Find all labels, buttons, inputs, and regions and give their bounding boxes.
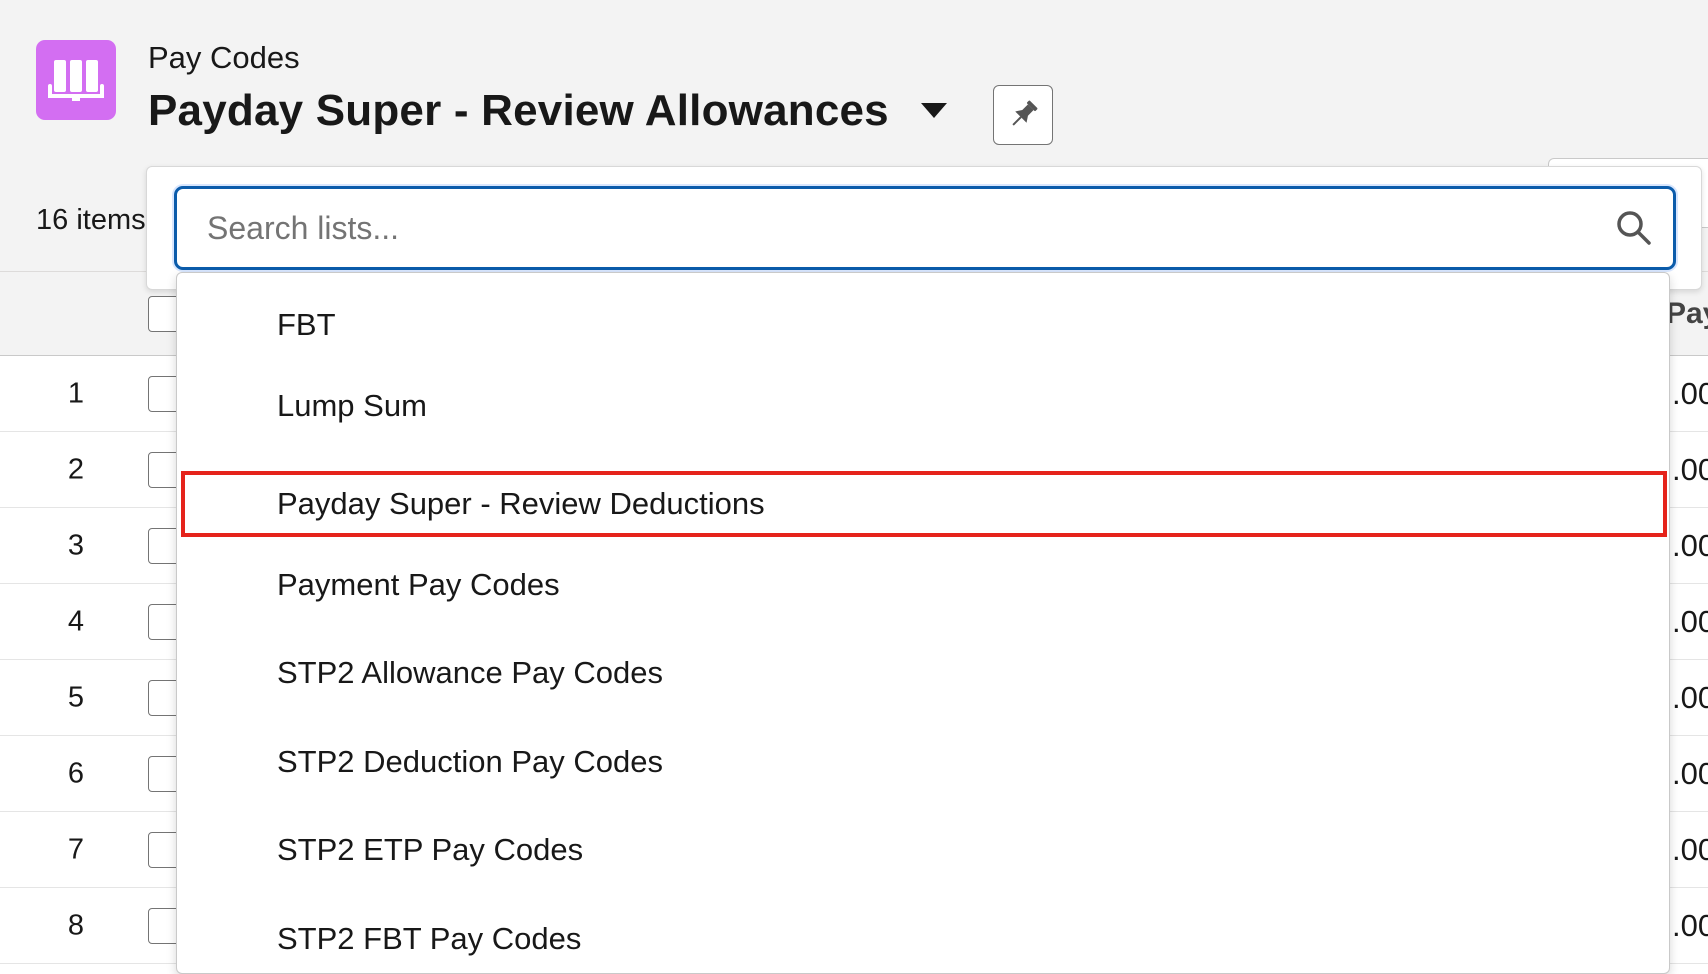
page-title[interactable]: Payday Super - Review Allowances — [148, 86, 889, 136]
amount-cell: .00 — [1672, 679, 1708, 715]
row-number: 8 — [67, 909, 85, 941]
list-view-switcher[interactable]: Payday Super - Review Allowances — [148, 86, 947, 136]
list-option-stp2-fbt-pay-codes[interactable]: STP2 FBT Pay Codes — [177, 907, 1669, 971]
list-option-stp2-allowance-pay-codes[interactable]: STP2 Allowance Pay Codes — [177, 641, 1669, 705]
pin-icon — [1012, 100, 1038, 126]
list-option-payday-super-review-deductions[interactable]: Payday Super - Review Deductions — [177, 472, 1669, 536]
row-number: 1 — [67, 377, 85, 409]
list-view-icon — [36, 40, 116, 120]
search-icon[interactable] — [1615, 209, 1653, 252]
search-lists-box[interactable] — [174, 186, 1676, 270]
object-label: Pay Codes — [148, 40, 300, 75]
row-number: 2 — [67, 453, 85, 485]
amount-cell: .00 — [1672, 907, 1708, 943]
amount-cell: .00 — [1672, 375, 1708, 411]
amount-cell: .00 — [1672, 451, 1708, 487]
row-number: 7 — [67, 833, 85, 865]
row-number: 5 — [67, 681, 85, 713]
amount-cell: .00 — [1672, 831, 1708, 867]
chevron-down-icon[interactable] — [920, 102, 947, 124]
list-option-stp2-etp-pay-codes[interactable]: STP2 ETP Pay Codes — [177, 818, 1669, 882]
book-icon — [48, 60, 104, 101]
amount-cell: .00 — [1672, 755, 1708, 791]
search-lists-input[interactable] — [207, 189, 1587, 267]
list-option-fbt[interactable]: FBT — [177, 293, 1669, 357]
row-number: 3 — [67, 529, 85, 561]
pin-list-button[interactable] — [993, 85, 1053, 145]
column-header-pay[interactable]: Pay — [1666, 297, 1708, 331]
item-count: 16 items — [36, 204, 146, 236]
list-option-payment-pay-codes[interactable]: Payment Pay Codes — [177, 553, 1669, 617]
list-view-menu: FBT Lump Sum Payday Super - Review Deduc… — [176, 272, 1670, 974]
amount-cell: .00 — [1672, 603, 1708, 639]
list-option-lump-sum[interactable]: Lump Sum — [177, 374, 1669, 438]
amount-cell: .00 — [1672, 527, 1708, 563]
list-option-stp2-deduction-pay-codes[interactable]: STP2 Deduction Pay Codes — [177, 730, 1669, 794]
row-number: 4 — [67, 605, 85, 637]
list-view-page: Pay Codes Payday Super - Review Allowanc… — [0, 0, 1708, 974]
row-number: 6 — [67, 757, 85, 789]
